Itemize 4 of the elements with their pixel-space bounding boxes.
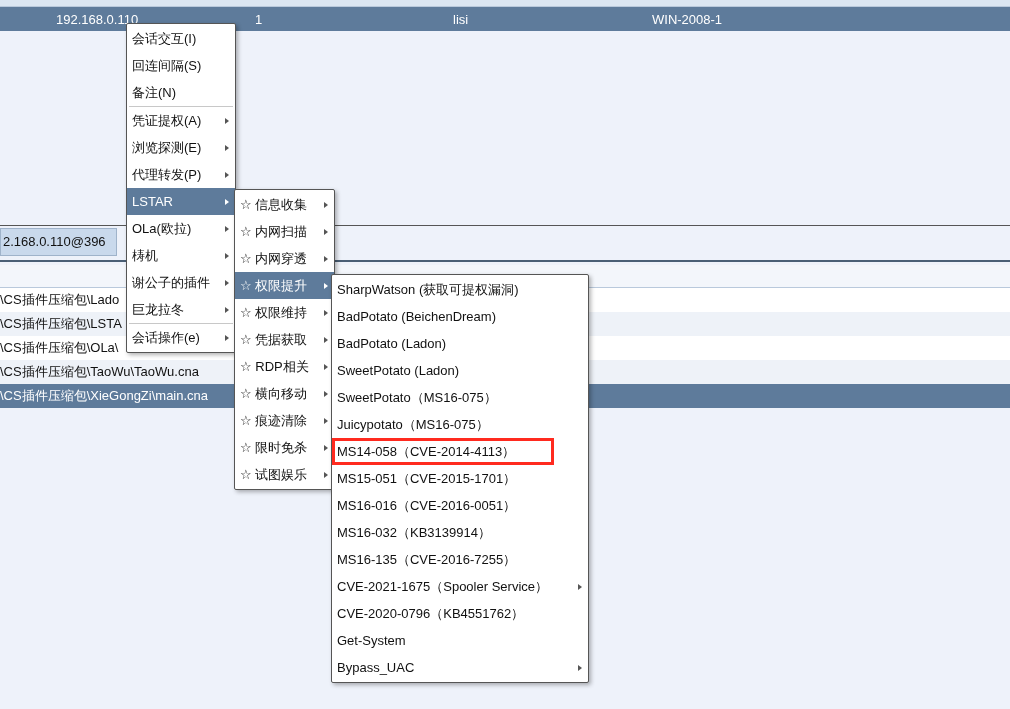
table-cell-text: WIN-2008-1 [652,11,724,27]
table-cell-text: lisi [453,11,470,27]
table-cell-text: 1 [255,11,264,27]
table-cell-text: 192.168.0.110 [56,11,140,27]
